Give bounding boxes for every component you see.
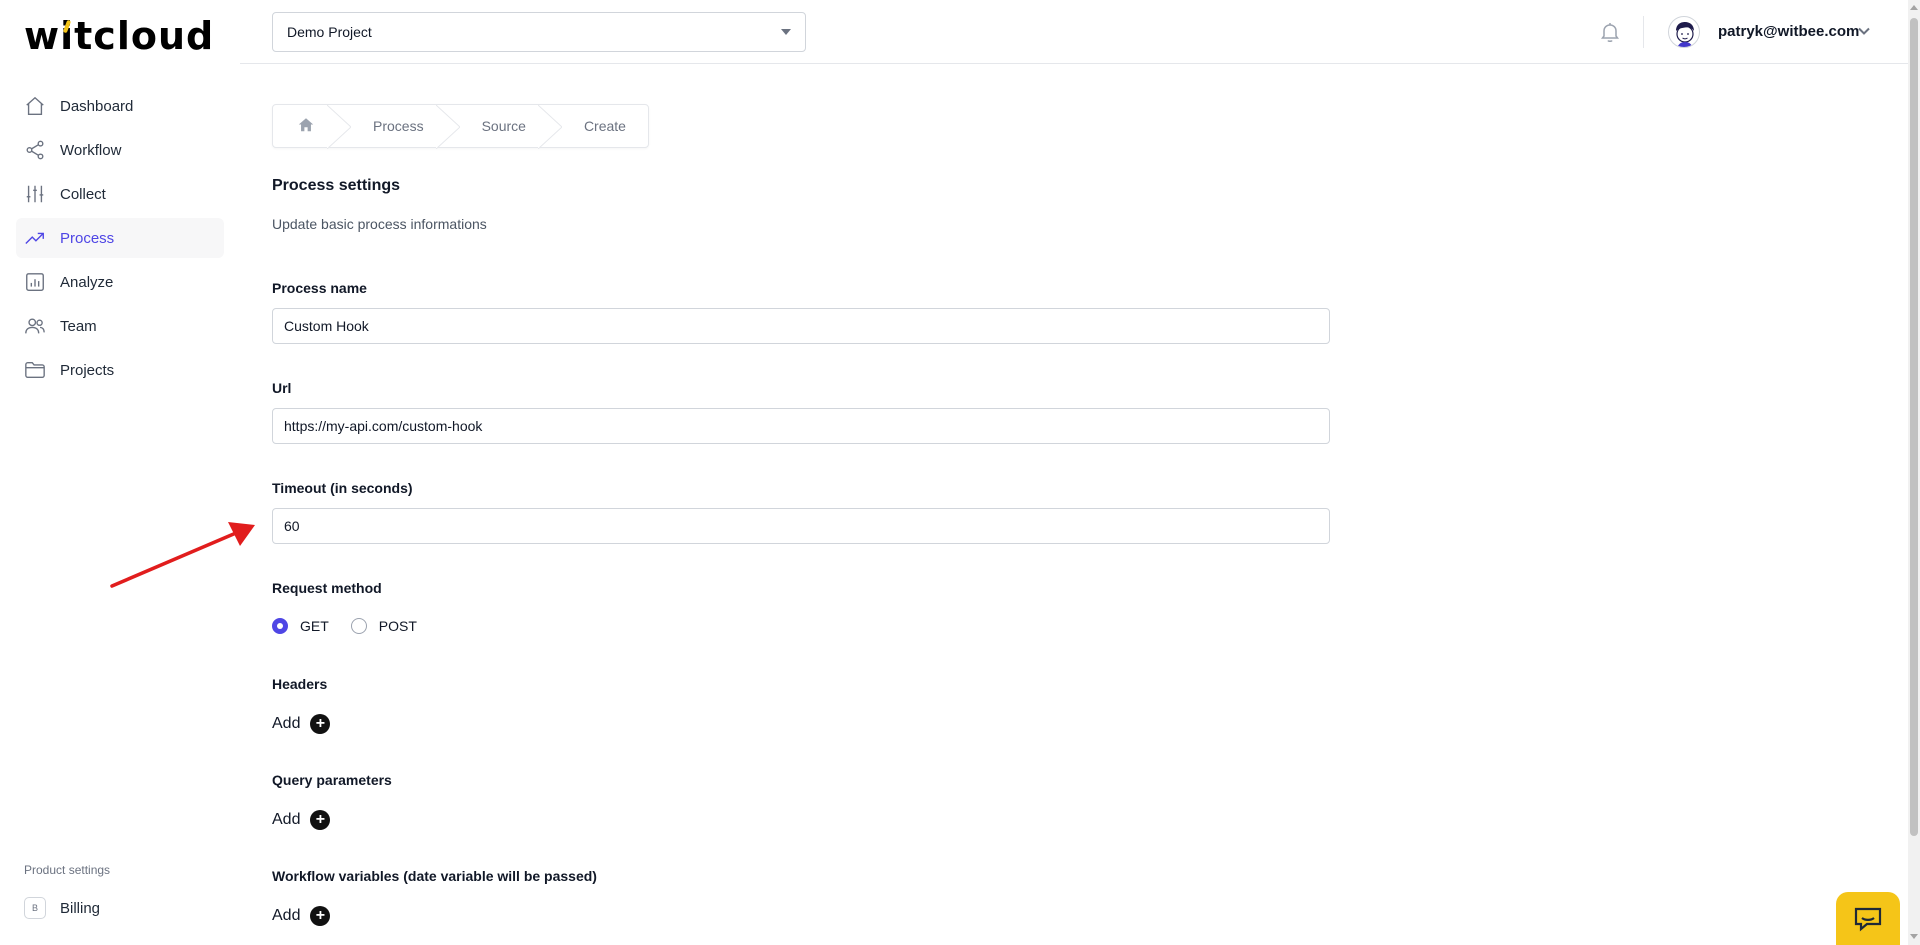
product-settings-heading: Product settings [24, 863, 111, 877]
project-select-value: Demo Project [287, 24, 372, 40]
home-icon [297, 116, 315, 137]
sidebar-item-workflow[interactable]: Workflow [16, 130, 224, 170]
users-icon [24, 315, 46, 337]
bar-chart-icon [24, 271, 46, 293]
sidebar-item-label: Dashboard [60, 97, 134, 115]
caret-down-icon [781, 29, 791, 35]
breadcrumb-label: Create [583, 118, 626, 134]
breadcrumb-home[interactable] [273, 104, 352, 150]
home-icon [24, 95, 46, 117]
sidebar-item-process[interactable]: Process [16, 218, 224, 258]
sidebar-item-label: Projects [60, 361, 115, 379]
workflow-variables-add[interactable]: Add + [272, 906, 331, 926]
request-method-label: Request method [272, 580, 382, 596]
breadcrumb-item-process[interactable]: Process [339, 104, 461, 150]
breadcrumb-separator [326, 104, 352, 150]
url-label: Url [272, 380, 292, 396]
sidebar-nav: Dashboard Workflow Collect Process Analy… [16, 86, 224, 394]
process-name-label: Process name [272, 280, 367, 296]
sidebar-item-billing[interactable]: B Billing [24, 897, 100, 919]
request-method-radio-group: GET POST [272, 618, 439, 634]
sidebar-item-projects[interactable]: Projects [16, 350, 224, 390]
radio-post-label[interactable]: POST [379, 618, 417, 634]
share-icon [24, 139, 46, 161]
plus-icon[interactable]: + [310, 906, 331, 926]
headers-add[interactable]: Add + [272, 714, 331, 734]
scrollbar-thumb[interactable] [1910, 18, 1918, 836]
breadcrumb-label: Source [481, 118, 526, 134]
timeout-label: Timeout (in seconds) [272, 480, 413, 496]
scroll-down-arrow[interactable] [1910, 931, 1918, 943]
folder-icon [24, 359, 46, 381]
plus-icon[interactable]: + [310, 810, 331, 830]
process-name-input[interactable] [272, 308, 1330, 344]
sidebar-item-label: Team [60, 317, 97, 335]
chevron-down-icon[interactable] [1857, 24, 1871, 38]
project-select[interactable]: Demo Project [272, 12, 806, 52]
sidebar-item-label: Analyze [60, 273, 114, 291]
chat-icon [1854, 907, 1882, 931]
billing-badge: B [24, 897, 46, 919]
sidebar-item-team[interactable]: Team [16, 306, 224, 346]
plus-icon[interactable]: + [310, 714, 331, 734]
url-input[interactable] [272, 408, 1330, 444]
breadcrumb: Process Source Create [272, 104, 649, 150]
top-bar: Demo Project patryk@witbee.com [240, 0, 1908, 64]
user-email[interactable]: patryk@witbee.com [1718, 23, 1859, 40]
header-divider [1643, 16, 1644, 48]
breadcrumb-item-create[interactable]: Create [550, 105, 648, 147]
sidebar-item-dashboard[interactable]: Dashboard [16, 86, 224, 126]
sliders-icon [24, 183, 46, 205]
query-parameters-add-label: Add [272, 811, 301, 828]
sidebar-item-analyze[interactable]: Analyze [16, 262, 224, 302]
sidebar-item-collect[interactable]: Collect [16, 174, 224, 214]
radio-post[interactable] [350, 618, 367, 634]
section-subtitle: Update basic process informations [272, 216, 487, 232]
breadcrumb-label: Process [373, 118, 424, 134]
breadcrumb-separator [435, 104, 461, 150]
witcloud-logo[interactable]: wi tcloud [24, 14, 214, 58]
chat-widget-button[interactable] [1836, 892, 1900, 945]
sidebar-item-label: Billing [60, 899, 101, 917]
breadcrumb-item-source[interactable]: Source [448, 104, 563, 150]
section-title: Process settings [272, 177, 401, 194]
query-parameters-add[interactable]: Add + [272, 810, 331, 830]
workflow-variables-label: Workflow variables (date variable will b… [272, 868, 597, 884]
bell-icon[interactable] [1598, 20, 1622, 44]
annotation-arrow-icon [110, 522, 255, 588]
headers-label: Headers [272, 676, 328, 692]
sidebar-item-label: Process [60, 229, 115, 247]
sidebar-item-label: Workflow [60, 141, 122, 159]
timeout-input[interactable] [272, 508, 1330, 544]
headers-add-label: Add [272, 715, 301, 732]
sidebar: wi tcloud Dashboard Workflow Collect Proc… [0, 0, 240, 945]
query-parameters-label: Query parameters [272, 772, 392, 788]
sidebar-item-label: Collect [60, 185, 106, 203]
breadcrumb-separator [537, 104, 563, 150]
workflow-variables-add-label: Add [272, 907, 301, 924]
radio-get[interactable] [272, 618, 288, 634]
scroll-up-arrow[interactable] [1910, 2, 1918, 14]
trending-up-icon [24, 227, 46, 249]
radio-get-label[interactable]: GET [300, 618, 329, 634]
user-avatar[interactable] [1668, 16, 1700, 48]
